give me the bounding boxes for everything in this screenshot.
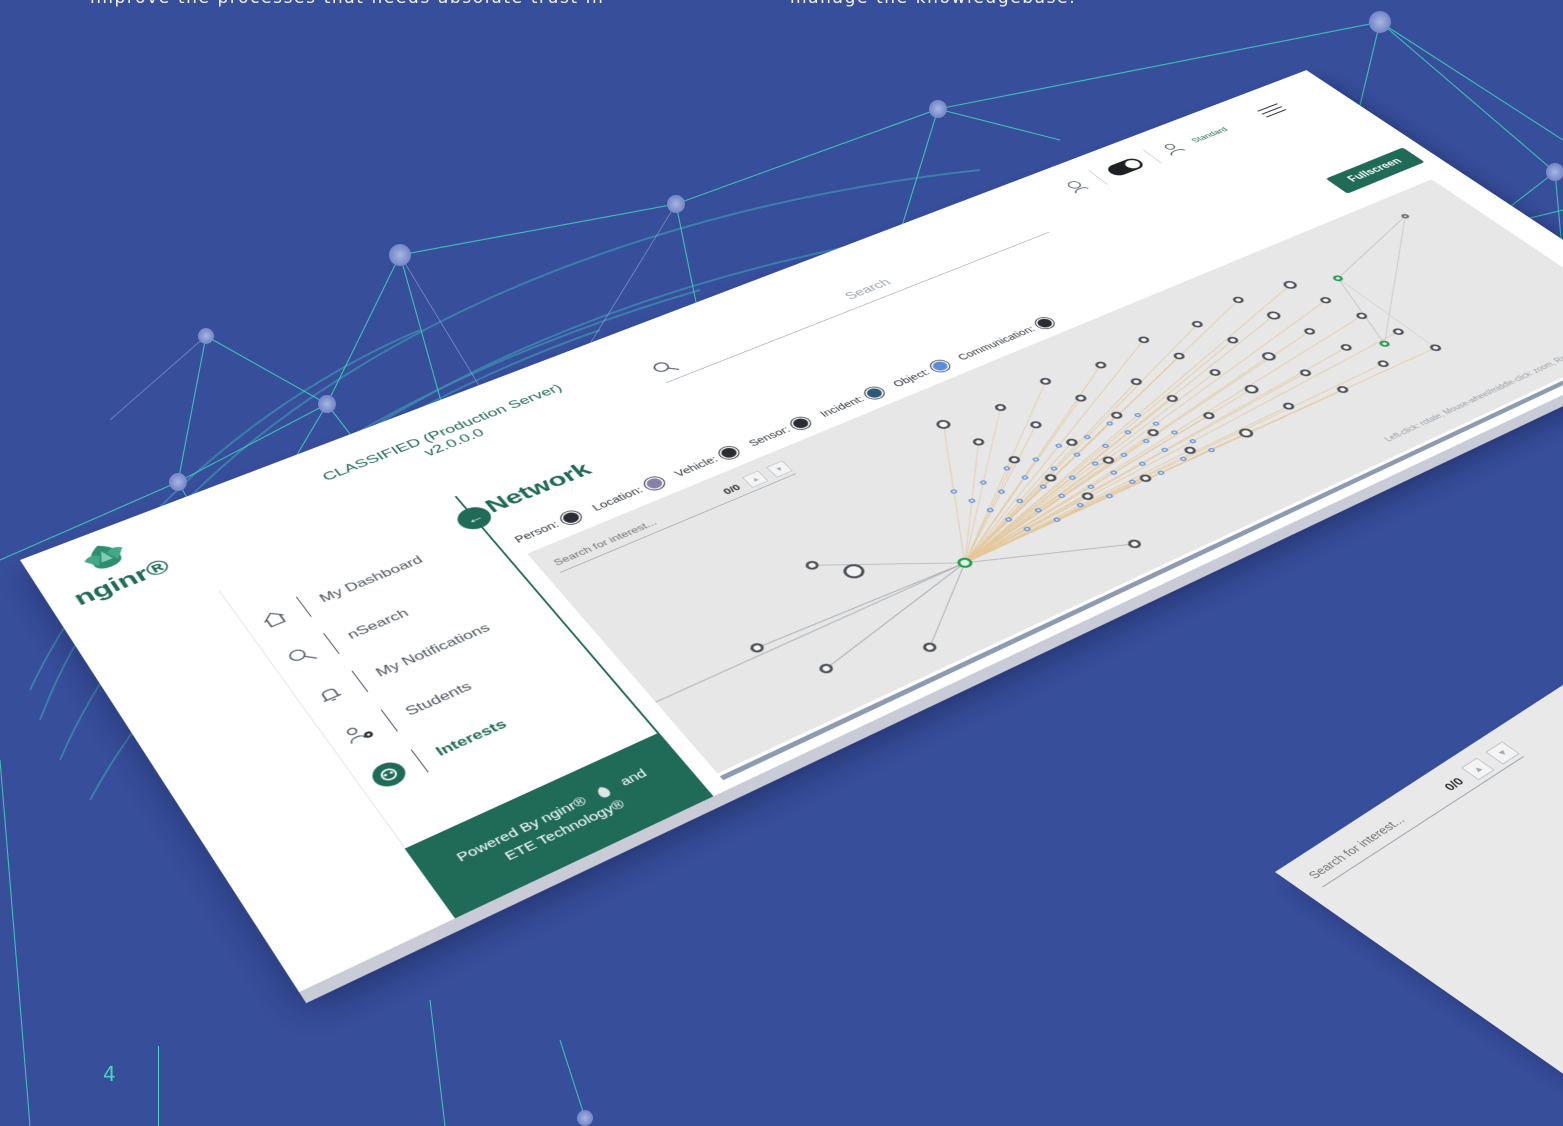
caret-down-icon: ▼ xyxy=(773,464,786,474)
graph-edge xyxy=(882,356,1268,563)
graph-node[interactable] xyxy=(1095,362,1107,369)
graph-node[interactable] xyxy=(973,438,985,446)
previous-match-button[interactable]: ▲ xyxy=(1460,757,1495,781)
graph-node[interactable] xyxy=(1430,344,1442,351)
graph-edge xyxy=(882,398,1168,563)
graph-edge xyxy=(906,372,1277,562)
graph-node[interactable] xyxy=(1261,352,1277,361)
user-block[interactable]: Standard xyxy=(1188,125,1229,144)
home-icon xyxy=(254,604,295,633)
graph-edge xyxy=(1308,216,1435,278)
graph-edge xyxy=(957,364,1392,563)
caret-down-icon: ▼ xyxy=(1494,747,1511,759)
person-icon xyxy=(557,508,585,527)
graph-node[interactable] xyxy=(1233,297,1244,304)
users-settings-icon xyxy=(337,718,380,750)
user-icon[interactable] xyxy=(1157,141,1187,157)
caret-up-icon: ▲ xyxy=(748,475,762,484)
nav-separator xyxy=(323,633,340,654)
graph-edge xyxy=(1282,216,1510,343)
nav-separator xyxy=(410,749,429,773)
graph-node[interactable] xyxy=(1066,439,1078,447)
bell-icon xyxy=(308,679,351,710)
mockup-scene: nginr® CLASSIFIED (Production Server) v2… xyxy=(0,0,1563,1126)
secondary-graph-card: 0/0 ▲ ▼ xyxy=(1275,588,1563,1077)
nav-separator xyxy=(351,670,369,693)
graph-node[interactable] xyxy=(1030,421,1042,428)
search-icon xyxy=(281,641,323,671)
graph-edge xyxy=(906,331,1373,562)
graph-node[interactable] xyxy=(1283,403,1295,410)
graph-node[interactable] xyxy=(1283,281,1298,290)
interests-icon xyxy=(366,758,412,792)
user-role: Standard xyxy=(1188,125,1230,144)
graph-edge xyxy=(863,365,1207,563)
graph-node[interactable] xyxy=(1166,395,1178,402)
graph-node[interactable] xyxy=(1266,311,1281,320)
sensor-icon xyxy=(788,415,815,432)
graph-node[interactable] xyxy=(936,419,952,429)
logo: nginr® xyxy=(44,524,181,613)
graph-edge xyxy=(912,398,1228,562)
graph-node[interactable] xyxy=(1130,378,1142,385)
vehicle-icon xyxy=(715,444,743,462)
graph-link-node[interactable] xyxy=(1055,444,1062,448)
sidebar-item-label: Interests xyxy=(432,716,510,759)
graph-node[interactable] xyxy=(1139,474,1151,482)
graph-node[interactable] xyxy=(923,642,937,652)
secondary-graph-search: 0/0 ▲ ▼ xyxy=(1297,738,1525,888)
hamburger-menu-icon[interactable] xyxy=(1254,101,1290,120)
caret-up-icon: ▲ xyxy=(1469,763,1486,775)
separator xyxy=(1142,149,1163,164)
theme-toggle[interactable] xyxy=(1104,156,1147,178)
graph-link-node[interactable] xyxy=(998,490,1005,494)
powered-by-and: and xyxy=(616,766,651,789)
graph-node[interactable] xyxy=(1379,341,1389,347)
graph-node[interactable] xyxy=(1320,297,1331,304)
graph-node[interactable] xyxy=(995,404,1007,411)
graph-node[interactable] xyxy=(1128,539,1142,548)
graph-node[interactable] xyxy=(1173,353,1185,360)
graph-node[interactable] xyxy=(1040,378,1052,385)
nav-separator xyxy=(380,709,398,732)
graph-edge xyxy=(798,563,995,669)
graph-node[interactable] xyxy=(1008,456,1020,464)
graph-node[interactable] xyxy=(841,563,866,580)
graph-node[interactable] xyxy=(1209,369,1221,376)
match-count: 0/0 xyxy=(720,482,743,497)
secondary-match-count: 0/0 xyxy=(1440,775,1468,794)
previous-match-button[interactable]: ▲ xyxy=(741,470,769,488)
graph-edge xyxy=(858,300,1354,563)
nav-separator xyxy=(295,596,312,617)
support-icon[interactable] xyxy=(1058,176,1093,196)
communication-icon xyxy=(1032,315,1058,331)
graph-node[interactable] xyxy=(1402,214,1409,218)
separator xyxy=(1088,170,1108,185)
graph-node[interactable] xyxy=(750,643,764,653)
incident-icon xyxy=(861,385,888,401)
location-icon xyxy=(641,474,668,493)
graph-node[interactable] xyxy=(1138,336,1150,343)
graph-edge xyxy=(937,373,1336,563)
graph-link-node[interactable] xyxy=(1134,413,1141,417)
graph-link-node[interactable] xyxy=(950,489,957,493)
graph-node[interactable] xyxy=(1333,275,1343,281)
graph-node[interactable] xyxy=(805,561,819,570)
search-icon[interactable] xyxy=(649,358,682,378)
sidebar-item-label: nSearch xyxy=(344,606,412,642)
graph-edge xyxy=(656,563,965,702)
graph-link-node[interactable] xyxy=(969,499,976,503)
graph-link-node[interactable] xyxy=(1051,466,1058,470)
graph-link-node[interactable] xyxy=(980,480,987,484)
graph-node[interactable] xyxy=(1184,446,1196,454)
object-icon xyxy=(927,358,953,374)
graph-edge xyxy=(858,424,1053,562)
graph-node[interactable] xyxy=(1192,321,1203,328)
graph-edge xyxy=(863,408,1105,563)
graph-node[interactable] xyxy=(1377,360,1389,367)
next-match-button[interactable]: ▼ xyxy=(1485,741,1520,765)
graph-node[interactable] xyxy=(1227,337,1239,344)
secondary-search-input[interactable] xyxy=(1302,789,1446,884)
graph-edge xyxy=(863,324,1306,563)
